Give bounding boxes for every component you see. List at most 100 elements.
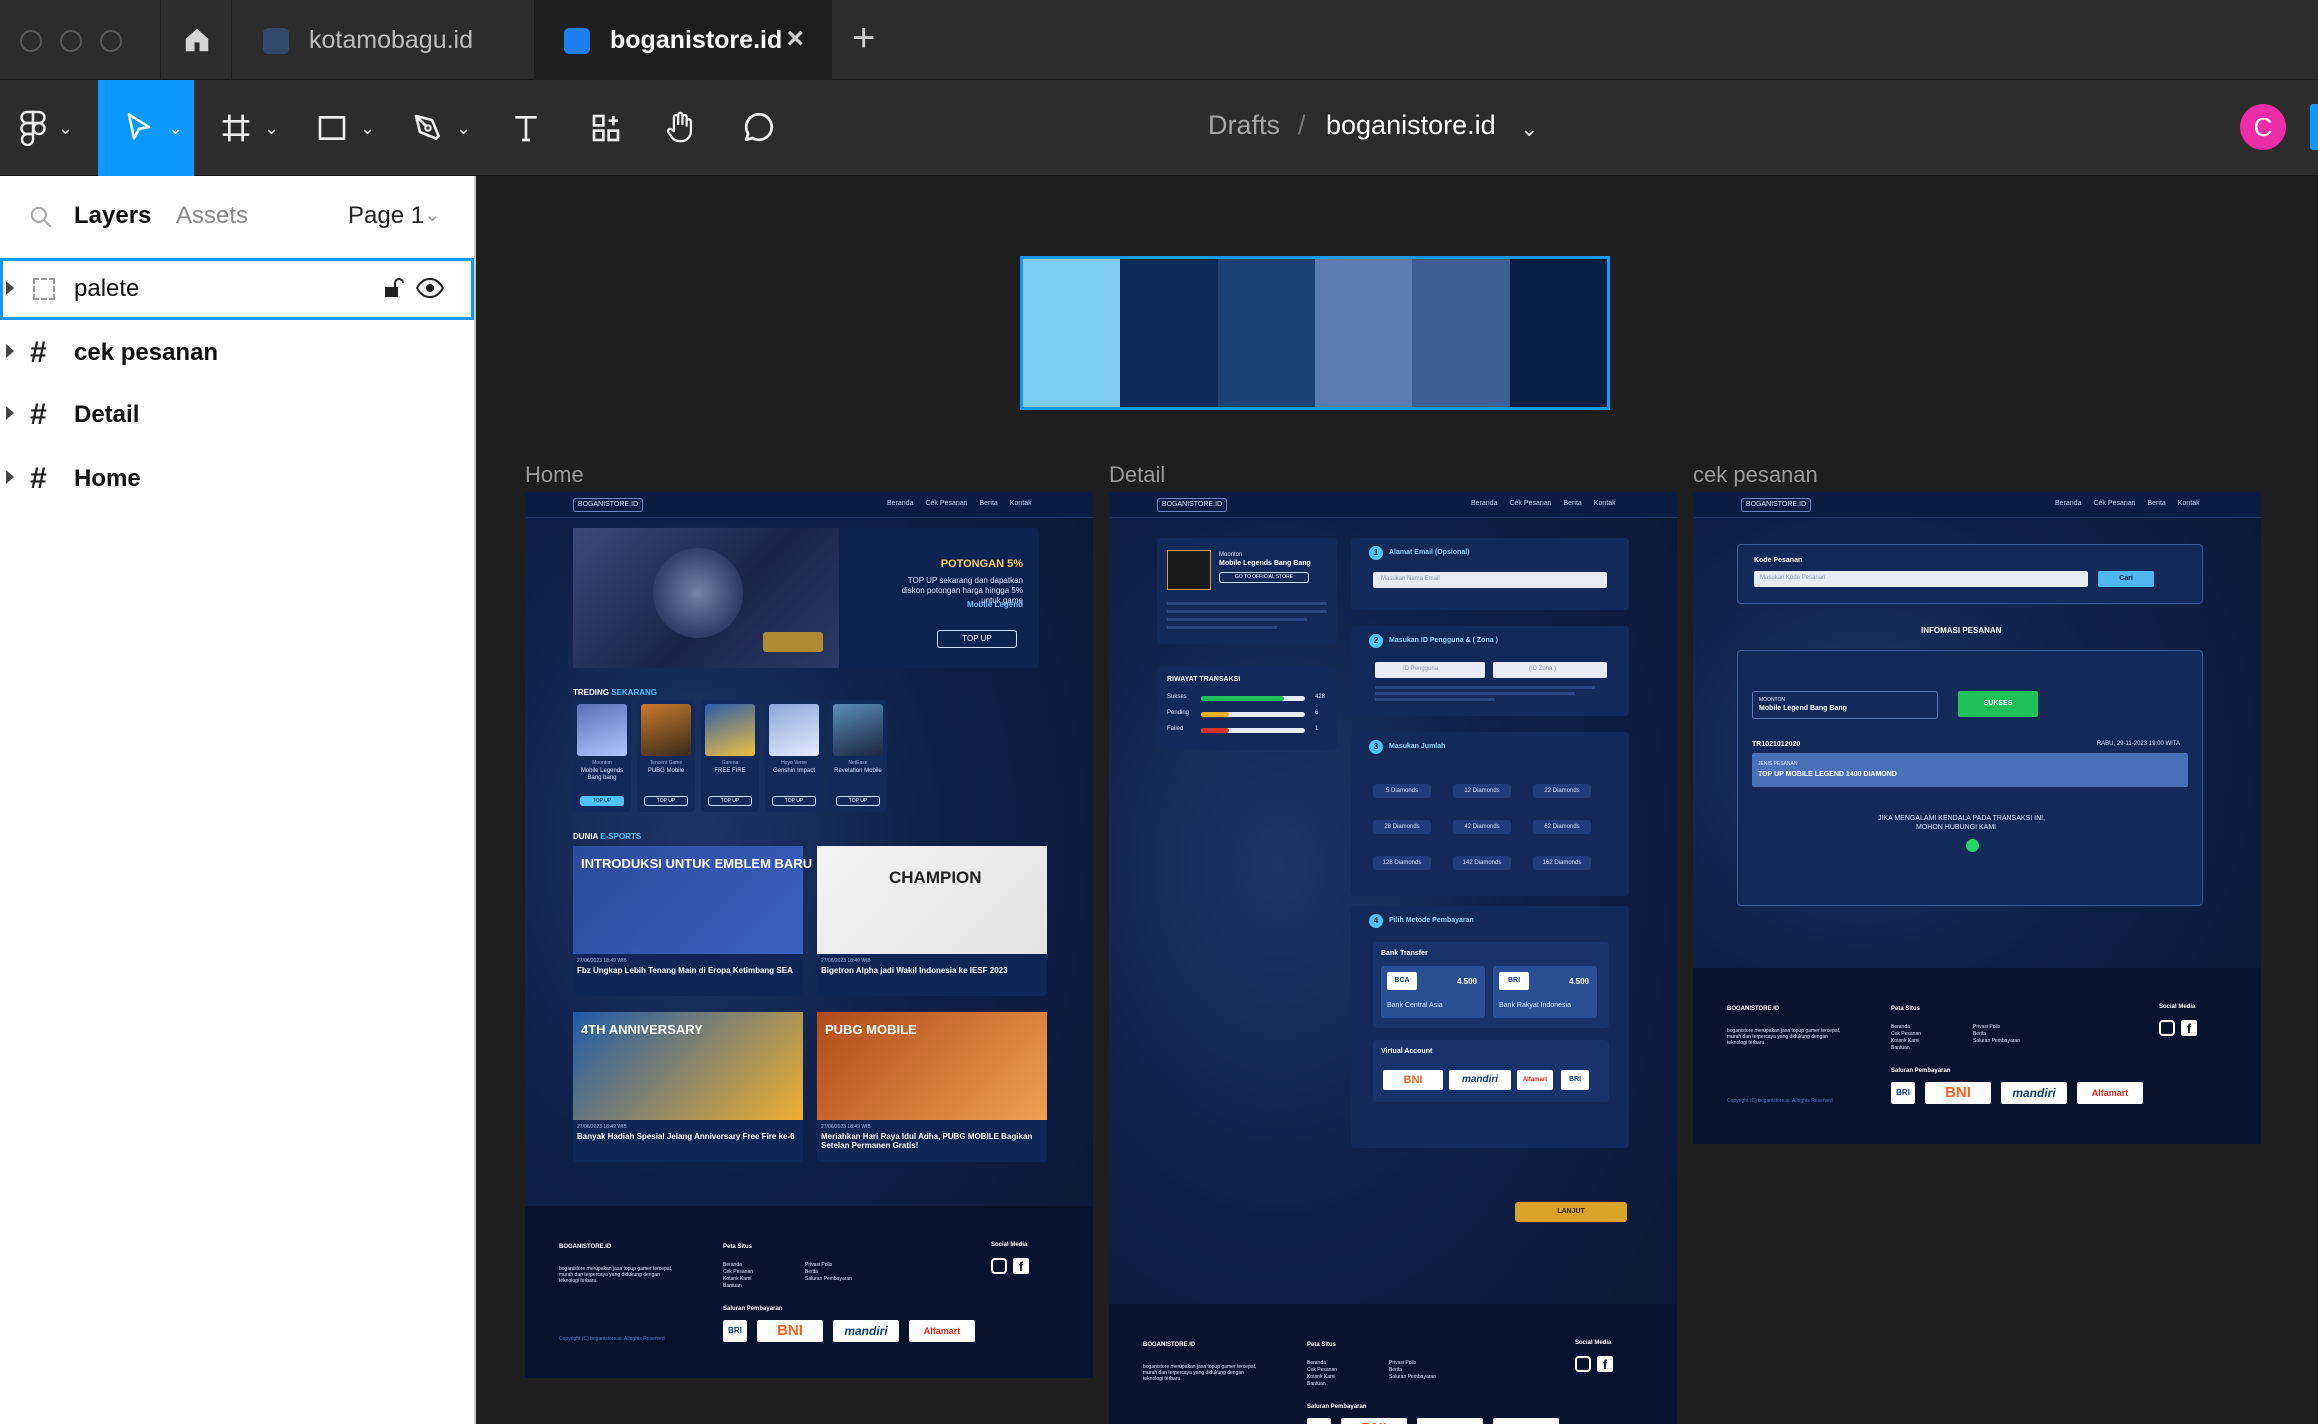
hand-tool-button[interactable] (650, 80, 714, 176)
frame-label-detail[interactable]: Detail (1109, 462, 1165, 488)
footer-sitemap-link[interactable]: Berita (1389, 1367, 1402, 1373)
expand-arrow-icon[interactable] (6, 470, 14, 484)
game-card[interactable]: Tencent Game PUBG Mobile TOP UP (637, 700, 695, 812)
palette-swatch[interactable] (1120, 259, 1218, 407)
palette-section[interactable] (1020, 256, 1610, 410)
footer-sitemap-link[interactable]: Cek Pesanan (1891, 1031, 1921, 1037)
game-topup-button[interactable]: TOP UP (708, 796, 752, 806)
game-topup-button[interactable]: TOP UP (644, 796, 688, 806)
payment-logo[interactable]: BRI (1307, 1418, 1331, 1424)
tab-assets[interactable]: Assets (176, 202, 248, 230)
move-tool-button[interactable]: ⌄ (98, 80, 194, 176)
diamond-option-button[interactable]: 62 Diamonds (1533, 820, 1591, 834)
tab-kotamobagu[interactable]: kotamobagu.id (233, 0, 533, 80)
footer-sitemap-link[interactable]: Beranda (723, 1262, 742, 1268)
footer-sitemap-link[interactable]: Saluran Pembayaran (1389, 1374, 1436, 1380)
payment-logo[interactable]: BNI (1925, 1082, 1991, 1104)
payment-logo[interactable]: BNI (1341, 1418, 1407, 1424)
palette-swatch[interactable] (1314, 259, 1413, 407)
diamond-option-button[interactable]: 22 Diamonds (1533, 784, 1591, 798)
window-close-control[interactable] (20, 30, 42, 52)
instagram-icon[interactable] (991, 1258, 1007, 1274)
va-bni-logo[interactable]: BNI (1383, 1070, 1443, 1090)
instagram-icon[interactable] (1575, 1356, 1591, 1372)
footer-sitemap-link[interactable]: Beranda (1891, 1024, 1910, 1030)
continue-button[interactable]: LANJUT (1515, 1202, 1627, 1222)
facebook-icon[interactable]: f (1013, 1258, 1029, 1274)
payment-logo[interactable]: BRI (723, 1320, 747, 1342)
frame-tool-button[interactable]: ⌄ (210, 80, 290, 176)
page-selector[interactable]: Page 1 (348, 202, 424, 230)
footer-sitemap-link[interactable]: Privasi Polis (1973, 1024, 2000, 1030)
palette-swatch[interactable] (1509, 259, 1607, 407)
frame-label-cek-pesanan[interactable]: cek pesanan (1693, 462, 1818, 488)
pen-tool-button[interactable]: ⌄ (402, 80, 482, 176)
footer-sitemap-link[interactable]: Saluran Pembayaran (805, 1276, 852, 1282)
main-menu-button[interactable]: ⌄ (0, 80, 96, 176)
new-tab-button[interactable]: + (852, 16, 875, 61)
game-card[interactable]: Moonton Mobile Legends Bang bang TOP UP (573, 700, 631, 812)
game-card[interactable]: Garena FREE FIRE TOP UP (701, 700, 759, 812)
unlock-icon[interactable] (381, 276, 405, 300)
layer-home[interactable]: # Home (0, 448, 474, 510)
game-topup-button[interactable]: TOP UP (836, 796, 880, 806)
payment-logo[interactable]: mandiri (833, 1320, 899, 1342)
diamond-option-button[interactable]: 12 Diamonds (1453, 784, 1511, 798)
whatsapp-icon[interactable] (1966, 839, 1979, 852)
facebook-icon[interactable]: f (2181, 1020, 2197, 1036)
instagram-icon[interactable] (2159, 1020, 2175, 1036)
close-tab-icon[interactable]: × (786, 22, 804, 56)
window-minimize-control[interactable] (60, 30, 82, 52)
breadcrumb-project[interactable]: Drafts (1208, 110, 1280, 141)
news-card[interactable]: PUBG MOBILE 27/06/2023 18:49 WIB Meriahkan… (817, 1012, 1047, 1162)
footer-sitemap-link[interactable]: Bantuan (723, 1283, 742, 1289)
user-id-input[interactable]: ID Pengguna (1375, 662, 1485, 678)
home-tab[interactable] (160, 0, 232, 80)
tab-boganistore[interactable]: boganistore.id × (534, 0, 832, 80)
expand-arrow-icon[interactable] (6, 281, 14, 295)
footer-sitemap-link[interactable]: Cek Pesanan (1307, 1367, 1337, 1373)
breadcrumb-file-name[interactable]: boganistore.id (1326, 110, 1496, 141)
payment-logo[interactable]: mandiri (2001, 1082, 2067, 1104)
payment-logo[interactable]: Alfamart (2077, 1082, 2143, 1104)
text-tool-button[interactable] (498, 80, 562, 176)
diamond-option-button[interactable]: 162 Diamonds (1533, 856, 1591, 870)
game-card[interactable]: Hoyo Verse Genshin Impact TOP UP (765, 700, 823, 812)
eye-icon[interactable] (415, 276, 445, 300)
zone-id-input[interactable]: (ID Zona ) (1493, 662, 1607, 678)
facebook-icon[interactable]: f (1597, 1356, 1613, 1372)
footer-sitemap-link[interactable]: Kotank Kami (1307, 1374, 1335, 1380)
home-frame[interactable]: BOGANISTORE.ID Beranda Cek Pesanan Berita K… (525, 492, 1093, 1378)
diamond-option-button[interactable]: 5 Diamonds (1373, 784, 1431, 798)
bank-option-card[interactable]: BRI 4.500 Bank Rakyat Indonesia (1493, 966, 1597, 1018)
diamond-option-button[interactable]: 42 Diamonds (1453, 820, 1511, 834)
news-card[interactable]: 4TH ANNIVERSARY 27/06/2023 18:49 WIB Banya… (573, 1012, 803, 1162)
palette-swatch[interactable] (1412, 259, 1510, 407)
window-zoom-control[interactable] (100, 30, 122, 52)
chevron-down-icon[interactable]: ⌄ (424, 202, 441, 227)
footer-sitemap-link[interactable]: Kotank Kami (1891, 1038, 1919, 1044)
layer-palete[interactable]: palete (0, 258, 474, 320)
news-card[interactable]: CHAMPION 27/06/2023 18:49 WIB Bigetron Alp… (817, 846, 1047, 996)
footer-sitemap-link[interactable]: Bantuan (1307, 1381, 1326, 1387)
expand-arrow-icon[interactable] (6, 406, 14, 420)
detail-frame[interactable]: BOGANISTORE.ID Beranda Cek Pesanan Berita K… (1109, 492, 1677, 1424)
footer-sitemap-link[interactable]: Bantuan (1891, 1045, 1910, 1051)
footer-sitemap-link[interactable]: Privasi Polis (1389, 1360, 1416, 1366)
va-alfamart-logo[interactable]: Alfamart (1517, 1070, 1553, 1090)
payment-logo[interactable]: BRI (1891, 1082, 1915, 1104)
news-card[interactable]: INTRODUKSI UNTUK EMBLEM BARU 27/06/2023 1… (573, 846, 812, 996)
expand-arrow-icon[interactable] (6, 344, 14, 358)
payment-logo[interactable]: BNI (757, 1320, 823, 1342)
footer-sitemap-link[interactable]: Cek Pesanan (723, 1269, 753, 1275)
footer-sitemap-link[interactable]: Kotank Kami (723, 1276, 751, 1282)
payment-logo[interactable]: mandiri (1417, 1418, 1483, 1424)
layer-cek-pesanan[interactable]: # cek pesanan (0, 322, 474, 384)
diamond-option-button[interactable]: 28 Diamonds (1373, 820, 1431, 834)
search-icon[interactable] (28, 204, 54, 230)
game-card[interactable]: NetEase Revelation Mobile TOP UP (829, 700, 887, 812)
palette-swatch[interactable] (1217, 259, 1315, 407)
resources-tool-button[interactable] (578, 80, 642, 176)
footer-sitemap-link[interactable]: Berita (1973, 1031, 1986, 1037)
user-avatar[interactable]: C (2240, 104, 2286, 150)
